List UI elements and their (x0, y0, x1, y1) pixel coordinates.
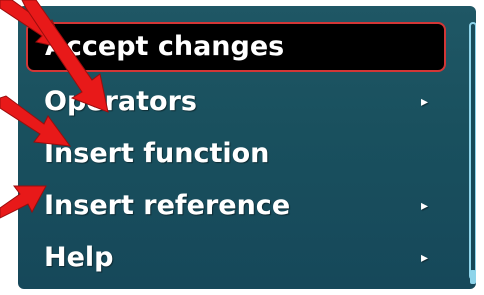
menu-item-operators[interactable]: Operators ▸ (26, 78, 446, 126)
menu-item-insert-function[interactable]: Insert function (26, 130, 446, 178)
submenu-arrow-icon: ▸ (420, 250, 428, 266)
menu-item-label: Insert reference (44, 190, 291, 221)
submenu-arrow-icon: ▸ (420, 198, 428, 214)
menu-item-label: Help (44, 242, 114, 273)
scrollbar-track (469, 22, 476, 280)
menu-item-label: Operators (44, 86, 197, 117)
menu-item-help[interactable]: Help ▸ (26, 234, 446, 282)
menu-item-insert-reference[interactable]: Insert reference ▸ (26, 182, 446, 230)
context-menu: Accept changes Operators ▸ Insert functi… (18, 6, 476, 289)
submenu-arrow-icon: ▸ (420, 94, 428, 110)
scrollbar-end-cap (470, 270, 476, 284)
menu-item-accept-changes[interactable]: Accept changes (26, 22, 446, 72)
menu-scrollbar[interactable] (469, 22, 476, 284)
menu-item-label: Insert function (44, 138, 270, 169)
menu-item-label: Accept changes (45, 31, 285, 62)
